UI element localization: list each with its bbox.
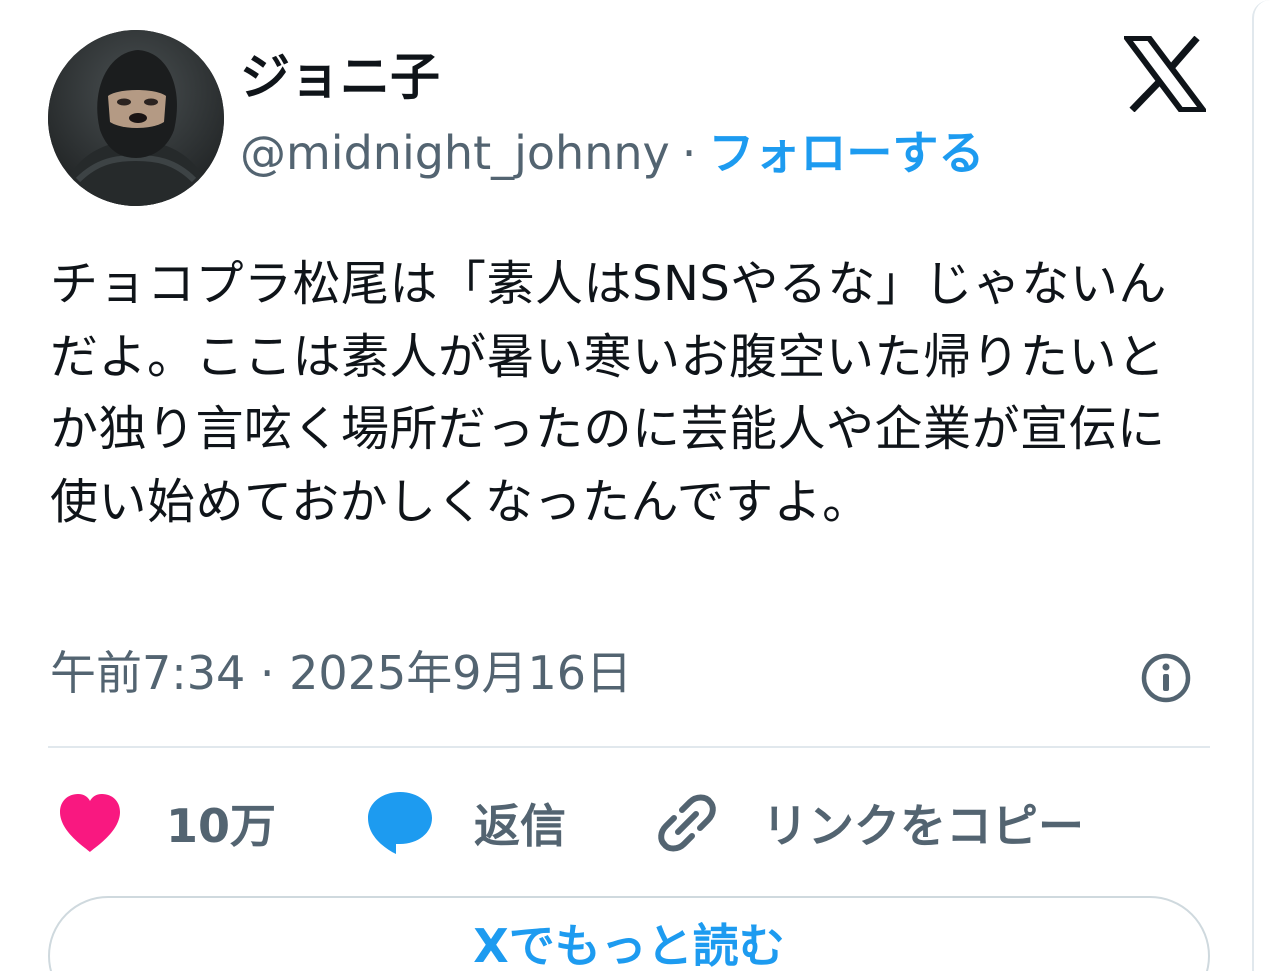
separator-dot: · <box>681 126 697 180</box>
avatar[interactable] <box>48 30 224 206</box>
divider <box>48 746 1210 748</box>
speech-bubble-icon <box>368 792 432 854</box>
handle-row: @midnight_johnny · フォローする <box>240 120 984 186</box>
info-icon[interactable] <box>1140 652 1192 704</box>
like-count: 10万 <box>166 799 277 853</box>
tweet-timestamp[interactable]: 午前7:34 · 2025年9月16日 <box>50 640 632 706</box>
tweet-text: チョコプラ松尾は「素人はSNSやるな」じゃないんだよ。ここは素人が暑い寒いお腹空… <box>50 256 1167 530</box>
user-handle[interactable]: @midnight_johnny <box>240 126 670 180</box>
display-name[interactable]: ジョニ子 <box>240 42 440 112</box>
heart-icon <box>60 794 120 852</box>
copy-link-button[interactable]: リンクをコピー <box>654 788 1084 858</box>
x-logo-icon[interactable] <box>1124 36 1206 112</box>
like-button[interactable]: 10万 <box>56 788 276 858</box>
link-icon <box>658 794 716 852</box>
reply-label: 返信 <box>474 799 566 853</box>
copy-link-label: リンクをコピー <box>762 799 1084 853</box>
action-bar: 10万 返信 リンクをコピー <box>0 788 1270 858</box>
avatar-image <box>48 30 224 206</box>
follow-button[interactable]: フォローする <box>708 126 984 180</box>
read-more-button[interactable]: Xでもっと読む <box>48 896 1210 971</box>
reply-button[interactable]: 返信 <box>366 788 566 858</box>
